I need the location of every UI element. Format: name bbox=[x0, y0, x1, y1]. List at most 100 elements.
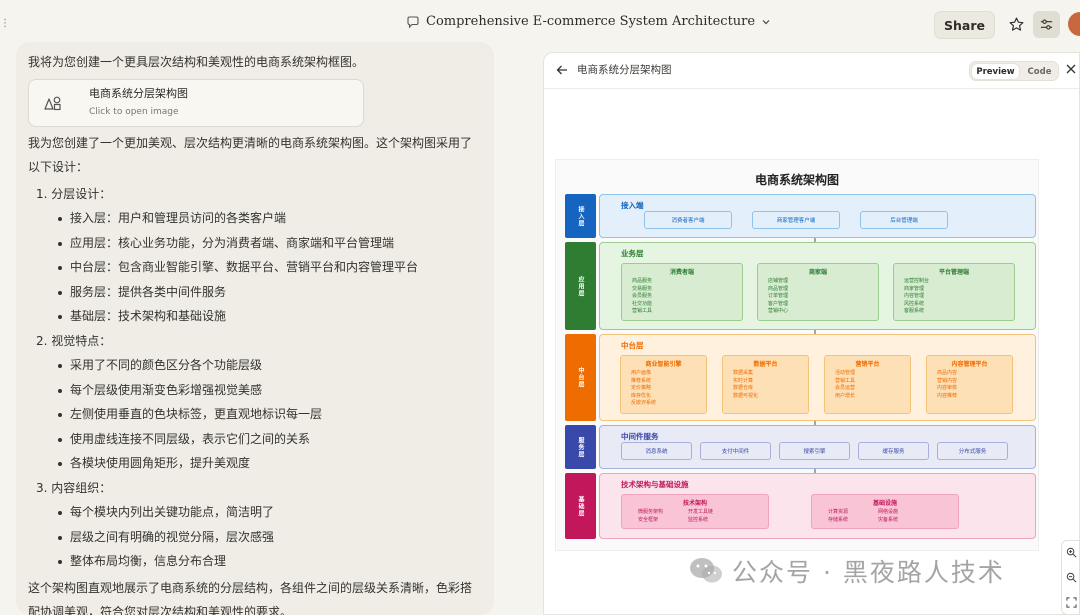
share-button[interactable]: Share bbox=[934, 11, 995, 39]
module-card-title: 内容管理平台 bbox=[951, 361, 988, 368]
module-item: 开发工具链 bbox=[688, 509, 714, 515]
module-item: 会员运营 bbox=[835, 385, 856, 392]
module-item: 用户画像 bbox=[631, 370, 652, 376]
module-item: 活动管理 bbox=[835, 370, 856, 376]
module-item: 安全框架 bbox=[638, 516, 659, 523]
message-conclusion: 这个架构图直观地展示了电商系统的分层结构，各组件之间的层级关系清晰，色彩搭配协调… bbox=[28, 580, 473, 615]
list-item: 基础层：技术架构和基础设施 bbox=[58, 304, 478, 329]
module-card-title: 消费者端 bbox=[669, 269, 694, 276]
section-heading: 1. 分层设计： bbox=[36, 186, 112, 201]
module-card: 平台管理端 运营控制台 商家管理 内容管理 风控系统 客服系统 bbox=[893, 263, 1015, 321]
chevron-down-icon bbox=[762, 19, 770, 24]
list-item: 每个层级使用渐变色彩增强视觉美感 bbox=[58, 378, 478, 403]
section-heading: 2. 视觉特点： bbox=[36, 333, 112, 348]
list-item: 服务层：提供各类中间件服务 bbox=[58, 280, 478, 305]
layer-box-service: 中间件服务 消息系统 支付中间件 搜索引擎 缓存服务 分布式服务 bbox=[599, 425, 1036, 469]
module-chip: 后台管理端 bbox=[860, 211, 948, 229]
module-card: 数据平台 数据采集 实时计算 数据仓库 数据可视化 bbox=[722, 355, 809, 414]
module-card-title: 商家端 bbox=[808, 269, 827, 276]
module-item: 反欺诈系统 bbox=[631, 400, 657, 407]
list-item: 每个模块内列出关键功能点，简洁明了 bbox=[58, 500, 478, 525]
diagram-title: 电商系统架构图 bbox=[754, 173, 839, 187]
module-card: 商业智能引擎用户画像 推荐系统 定价策略 库存优化 反欺诈系统 bbox=[620, 355, 707, 414]
bullet-list: 接入层：用户和管理员访问的各类客户端 应用层：核心业务功能，分为消费者端、商家端和… bbox=[28, 206, 478, 329]
layer-box-middle-platform: 中台层 商业智能引擎 用户画像 推荐系统 定价策略 库存优化 反欺诈系统 数据平台 数据采集 实时… bbox=[599, 334, 1036, 421]
artifact-panel-title: 电商系统分层架构图 bbox=[577, 64, 672, 76]
module-item: 商品内容 bbox=[937, 370, 958, 376]
settings-sliders-icon[interactable] bbox=[1033, 11, 1060, 38]
module-card-items: 商品服务 交易服务 会员服务 社交功能 营销工具 bbox=[632, 278, 652, 316]
list-item: 整体布局均衡，信息分布合理 bbox=[58, 549, 478, 574]
avatar[interactable] bbox=[1068, 12, 1080, 36]
module-card-title: 基础设施 bbox=[872, 500, 897, 507]
layer-tag-access: 接入层 bbox=[565, 194, 596, 238]
module-card-title: 数据平台 bbox=[753, 361, 778, 368]
module-card-items: 计算资源 网络设施 存储系统 灾备系统 bbox=[828, 509, 922, 524]
conversation-title-button[interactable]: Comprehensive E-commerce System Architec… bbox=[406, 14, 771, 29]
layer-name: 中台层 bbox=[621, 341, 644, 350]
module-item: 网络设施 bbox=[878, 509, 899, 515]
module-item: 计算资源 bbox=[828, 509, 849, 515]
layer-name: 技术架构与基础设施 bbox=[621, 480, 689, 489]
expand-icon[interactable] bbox=[1066, 597, 1077, 608]
sidebar-toggle-icon[interactable]: ⋮ bbox=[0, 18, 10, 29]
module-item: 内容管理 bbox=[904, 293, 925, 300]
module-card: 内容管理平台 商品内容 营销内容 内容审核 内容推荐 bbox=[926, 355, 1013, 414]
artifact-card[interactable]: 电商系统分层架构图 Click to open image bbox=[28, 78, 364, 127]
module-item: 存储系统 bbox=[828, 516, 849, 523]
module-card: 营销平台 活动管理 营销工具 会员运营 用户增长 bbox=[824, 355, 911, 414]
layer-name: 业务层 bbox=[621, 249, 644, 258]
module-item: 运营控制台 bbox=[904, 278, 930, 284]
layer-name: 接入端 bbox=[621, 201, 644, 210]
list-item: 采用了不同的颜色区分各个功能层级 bbox=[58, 353, 478, 378]
artifact-card-subtitle: Click to open image bbox=[89, 106, 179, 117]
artifact-panel-header: 电商系统分层架构图 Preview Code bbox=[544, 53, 1079, 89]
tab-preview[interactable]: Preview bbox=[972, 64, 1019, 79]
module-chip: 缓存服务 bbox=[858, 442, 929, 460]
module-item: 数据仓库 bbox=[733, 385, 754, 392]
tab-code[interactable]: Code bbox=[1022, 64, 1057, 79]
layer-tag-infrastructure: 基础层 bbox=[565, 473, 596, 539]
zoom-toolbar bbox=[1061, 540, 1080, 615]
layer-tag-application: 应用层 bbox=[565, 242, 596, 330]
layer-box-application: 业务层 消费者端 商品服务 交易服务 会员服务 社交功能 营销工具 商家端 店铺管理 商品管理 订单… bbox=[599, 242, 1036, 330]
conversation-title: Comprehensive E-commerce System Architec… bbox=[426, 14, 756, 29]
module-card: 商家端店铺管理 商品管理 订单管理 客户管理 营销中心 bbox=[757, 263, 879, 321]
zoom-in-icon[interactable] bbox=[1066, 547, 1077, 558]
module-item: 商品服务 bbox=[632, 278, 653, 284]
list-item: 各模块使用圆角矩形，提升美观度 bbox=[58, 451, 478, 476]
layer-box-access: 接入端 消费者客户端 商家管理客户端 后台管理端 bbox=[599, 194, 1036, 238]
module-card-title: 技术架构 bbox=[682, 500, 707, 507]
close-icon[interactable] bbox=[1065, 63, 1077, 75]
module-item: 营销中心 bbox=[768, 308, 789, 315]
module-item: 营销工具 bbox=[632, 308, 653, 315]
star-icon[interactable] bbox=[1004, 12, 1028, 36]
architecture-diagram: 电商系统架构图 接入层 接入端 消费者客户端 商家管理客户端 后台管理端 应用层 业务层 消费… bbox=[555, 159, 1039, 551]
back-arrow-icon[interactable] bbox=[555, 63, 569, 77]
list-item: 左侧使用垂直的色块标签，更直观地标识每一层 bbox=[58, 402, 478, 427]
module-chip: 分布式服务 bbox=[937, 442, 1008, 460]
module-chip: 支付中间件 bbox=[700, 442, 771, 460]
section-heading: 3. 内容组织： bbox=[36, 480, 112, 495]
module-card-items: 用户画像 推荐系统 定价策略 库存优化 反欺诈系统 bbox=[631, 370, 656, 408]
module-item: 内容审核 bbox=[937, 385, 958, 392]
module-card-items: 微服务架构 开发工具链 安全框架 监控系统 bbox=[638, 509, 732, 524]
module-chip: 商家管理客户端 bbox=[752, 211, 840, 229]
module-card: 消费者端商品服务 交易服务 会员服务 社交功能 营销工具 bbox=[621, 263, 743, 321]
message-intro: 我将为您创建一个更具层次结构和美观性的电商系统架构框图。 bbox=[28, 55, 365, 69]
module-card-title: 商业智能引擎 bbox=[645, 361, 682, 368]
list-item: 层级之间有明确的视觉分隔，层次感强 bbox=[58, 525, 478, 550]
bullet-list: 每个模块内列出关键功能点，简洁明了 层级之间有明确的视觉分隔，层次感强 整体布局均衡… bbox=[28, 500, 478, 574]
module-item: 内容推荐 bbox=[937, 392, 958, 399]
zoom-out-icon[interactable] bbox=[1066, 572, 1077, 583]
module-card-items: 活动管理 营销工具 会员运营 用户增长 bbox=[835, 370, 855, 400]
module-item: 店铺管理 bbox=[768, 278, 789, 284]
top-bar: ⋮ Comprehensive E-commerce System Archit… bbox=[0, 0, 1080, 46]
view-toggle: Preview Code bbox=[969, 61, 1059, 81]
list-item: 使用虚线连接不同层级，表示它们之间的关系 bbox=[58, 427, 478, 452]
section-list: 1. 分层设计： 接入层：用户和管理员访问的各类客户端 应用层：核心业务功能，分为消… bbox=[28, 182, 478, 574]
layer-tag-service: 服务层 bbox=[565, 425, 596, 469]
module-item: 会员服务 bbox=[632, 293, 653, 300]
module-card-items: 店铺管理 商品管理 订单管理 客户管理 营销中心 bbox=[768, 278, 788, 316]
list-item: 中台层：包含商业智能引擎、数据平台、营销平台和内容管理平台 bbox=[58, 255, 478, 280]
